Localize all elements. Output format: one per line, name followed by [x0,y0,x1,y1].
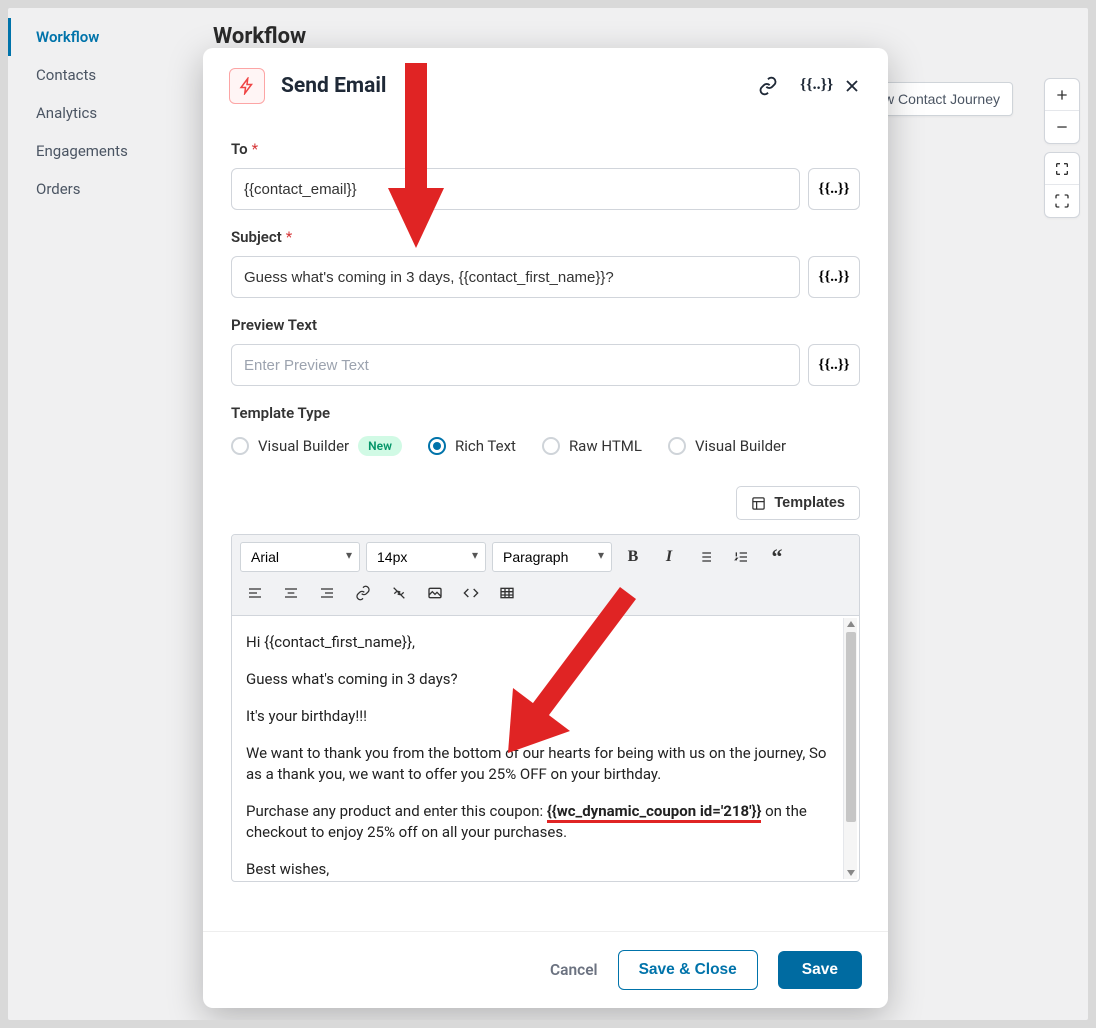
editor-toolbar: Arial 14px Paragraph B I “ [232,535,859,616]
table-icon [499,585,515,601]
align-left-button[interactable] [240,578,270,608]
radio-icon [428,437,446,455]
align-left-icon [247,585,263,601]
coupon-merge-tag: {{wc_dynamic_coupon id='218'}} [547,802,762,823]
email-line: It's your birthday!!! [246,706,845,727]
to-label: To* [231,140,860,158]
blockquote-button[interactable]: “ [762,542,792,572]
plus-icon [1054,87,1070,103]
modal-title: Send Email [281,74,758,98]
email-line: Hi {{contact_first_name}}, [246,632,845,653]
insert-link-button[interactable] [348,578,378,608]
italic-button[interactable]: I [654,542,684,572]
align-right-button[interactable] [312,578,342,608]
unlink-button[interactable] [384,578,414,608]
zoom-out-button[interactable] [1045,111,1079,143]
email-line: Purchase any product and enter this coup… [246,801,845,843]
list-ul-icon [697,549,713,565]
radio-label: Raw HTML [569,437,642,455]
link-icon[interactable] [758,76,778,96]
close-icon[interactable] [842,76,862,96]
bullet-list-button[interactable] [690,542,720,572]
merge-tags-icon[interactable]: {{..}} [800,76,820,96]
to-input[interactable] [231,168,800,210]
page-title: Workflow [213,24,306,49]
zoom-controls [1044,78,1080,218]
image-icon [427,585,443,601]
action-icon-badge [229,68,265,104]
template-option-raw-html[interactable]: Raw HTML [542,437,642,455]
subject-input[interactable] [231,256,800,298]
numbered-list-button[interactable] [726,542,756,572]
block-format-select[interactable]: Paragraph [492,542,612,572]
expand-icon [1054,193,1070,209]
sidebar: Workflow Contacts Analytics Engagements … [8,18,178,208]
email-line: Guess what's coming in 3 days? [246,669,845,690]
template-type-label: Template Type [231,404,860,422]
radio-label: Rich Text [455,437,516,455]
insert-image-button[interactable] [420,578,450,608]
fullscreen-button[interactable] [1045,185,1079,217]
link-icon [355,585,371,601]
save-and-close-button[interactable]: Save & Close [618,950,758,990]
preview-merge-button[interactable]: {{..}} [808,344,860,386]
email-line: Best wishes, [246,859,845,880]
cancel-button[interactable]: Cancel [550,961,598,979]
code-button[interactable] [456,578,486,608]
unlink-icon [391,585,407,601]
lightning-icon [238,77,256,95]
radio-icon [542,437,560,455]
align-right-icon [319,585,335,601]
list-ol-icon [733,549,749,565]
font-size-select[interactable]: 14px [366,542,486,572]
preview-text-label: Preview Text [231,316,860,334]
sidebar-item-orders[interactable]: Orders [8,170,178,208]
fit-view-button[interactable] [1045,153,1079,185]
save-button[interactable]: Save [778,951,862,989]
send-email-modal: Send Email {{..}} To* {{..}} Subject* {{… [203,48,888,1008]
sidebar-item-contacts[interactable]: Contacts [8,56,178,94]
templates-icon [751,496,766,511]
align-center-icon [283,585,299,601]
subject-label: Subject* [231,228,860,246]
align-center-button[interactable] [276,578,306,608]
radio-label: Visual Builder [695,437,786,455]
radio-icon [231,437,249,455]
templates-button[interactable]: Templates [736,486,860,520]
email-line: We want to thank you from the bottom of … [246,743,845,785]
table-button[interactable] [492,578,522,608]
to-merge-button[interactable]: {{..}} [808,168,860,210]
rich-text-editor: Arial 14px Paragraph B I “ [231,534,860,882]
editor-content[interactable]: Hi {{contact_first_name}}, Guess what's … [232,616,859,881]
preview-text-input[interactable] [231,344,800,386]
fit-icon [1054,161,1070,177]
minus-icon [1054,119,1070,135]
template-option-visual-builder-new[interactable]: Visual Builder New [231,436,402,456]
radio-label: Visual Builder [258,437,349,455]
subject-merge-button[interactable]: {{..}} [808,256,860,298]
radio-icon [668,437,686,455]
sidebar-item-workflow[interactable]: Workflow [8,18,178,56]
editor-scrollbar[interactable] [843,618,857,879]
code-icon [463,585,479,601]
sidebar-item-engagements[interactable]: Engagements [8,132,178,170]
bold-button[interactable]: B [618,542,648,572]
template-option-rich-text[interactable]: Rich Text [428,437,516,455]
modal-footer: Cancel Save & Close Save [203,931,888,1008]
font-family-select[interactable]: Arial [240,542,360,572]
zoom-in-button[interactable] [1045,79,1079,111]
new-badge: New [358,436,402,456]
modal-header: Send Email {{..}} [203,48,888,114]
template-option-visual-builder[interactable]: Visual Builder [668,437,786,455]
sidebar-item-analytics[interactable]: Analytics [8,94,178,132]
